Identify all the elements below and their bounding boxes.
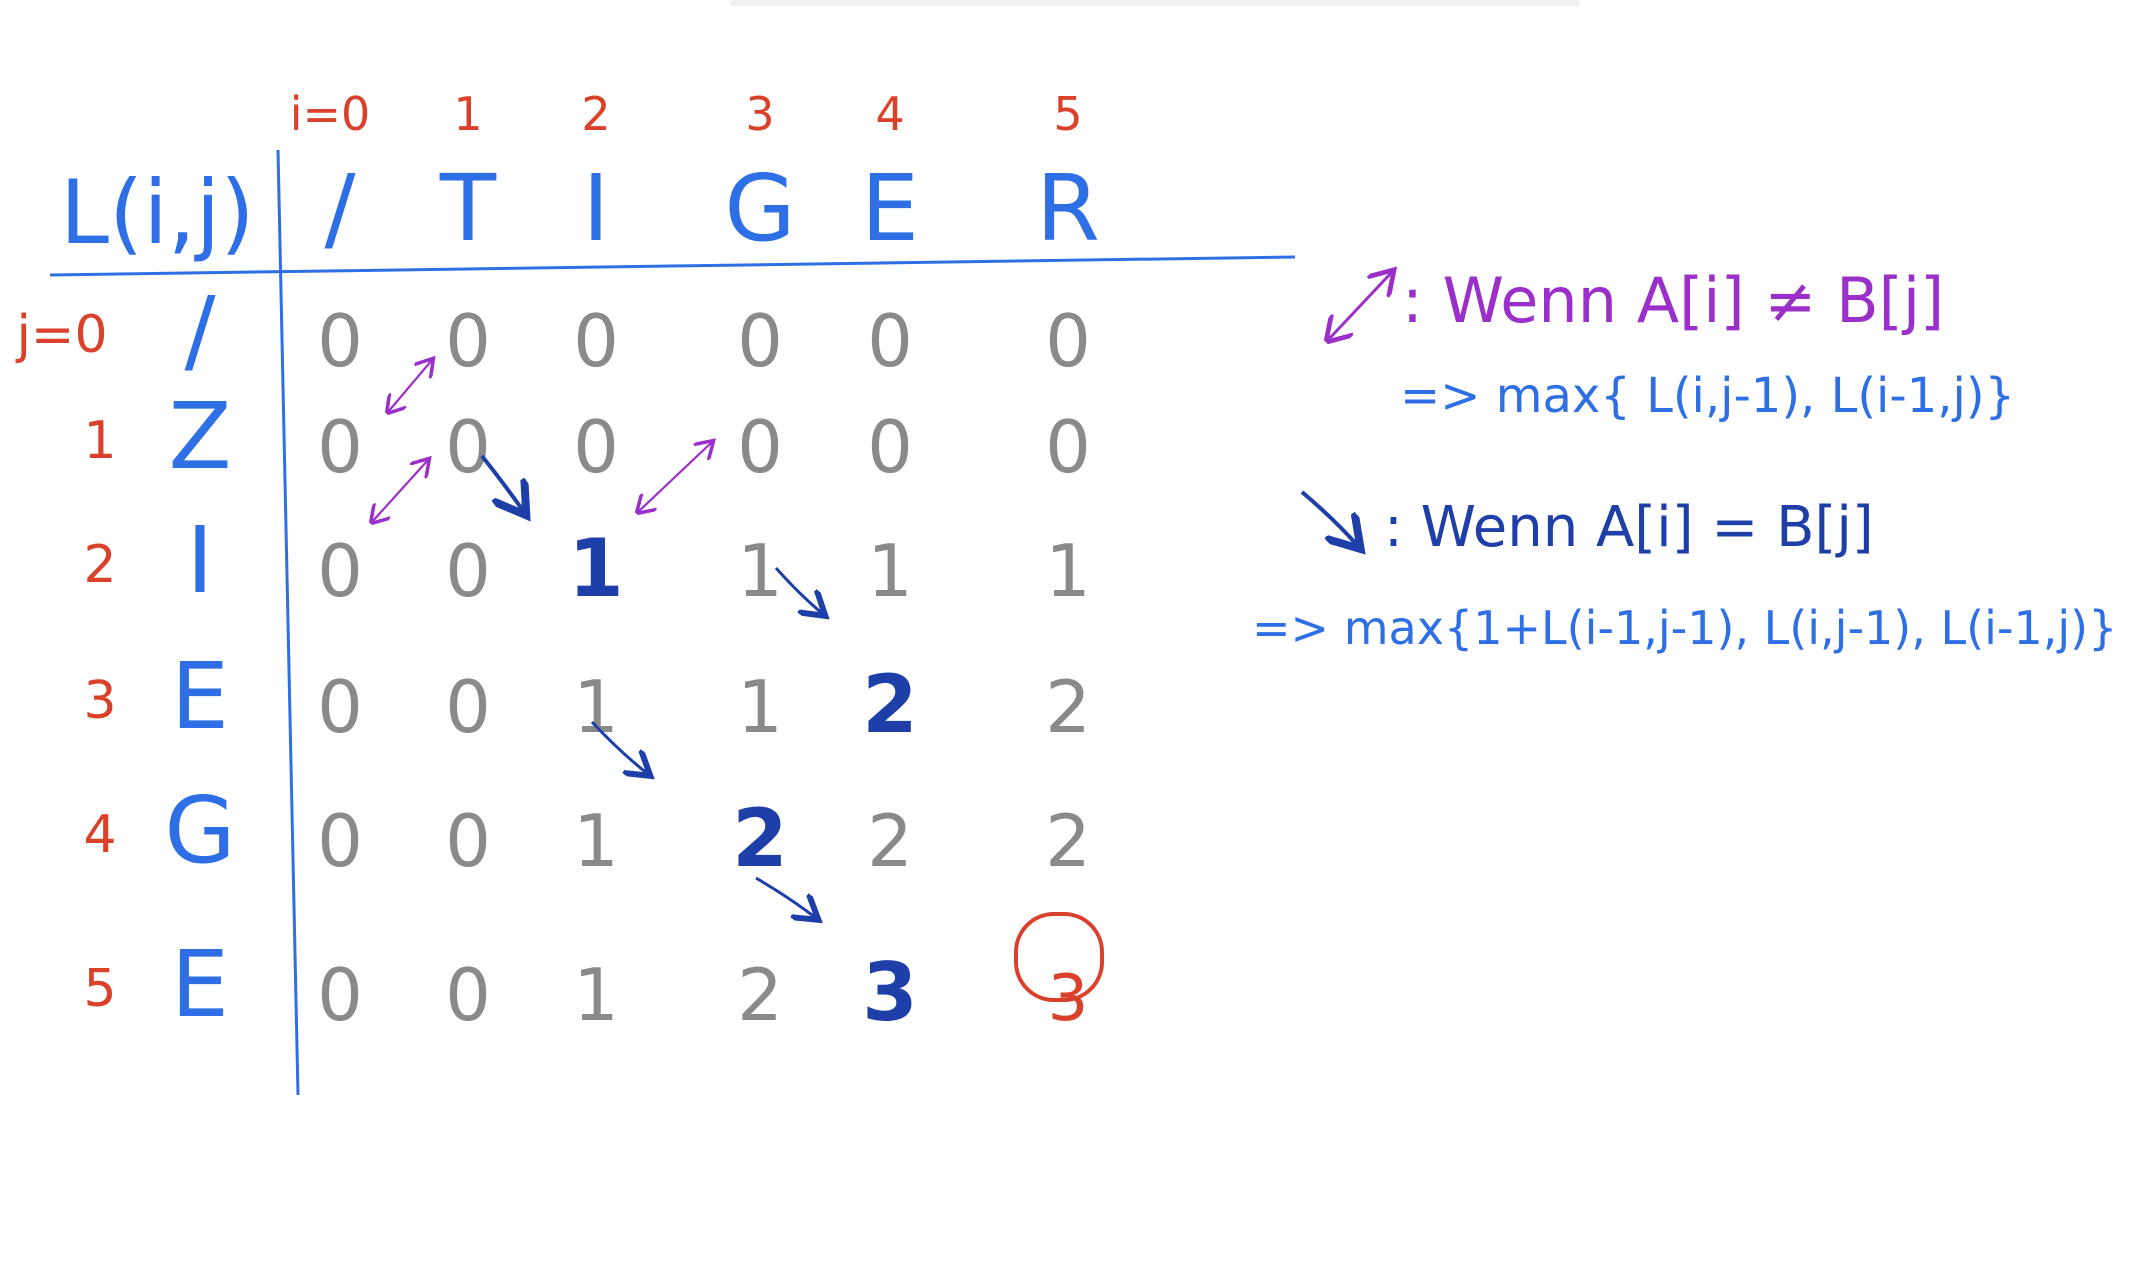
match-arrow	[774, 567, 823, 614]
mismatch-arrows	[372, 360, 712, 522]
table-cell: 2	[1045, 665, 1091, 749]
column-headers: i=0 1 2 3 4 5 / T I G E R	[290, 87, 1100, 262]
table-cell: 0	[317, 529, 363, 613]
table-cell: 0	[867, 299, 913, 383]
row-index-label: 3	[83, 671, 116, 731]
table-cell: 0	[445, 529, 491, 613]
legend-match-formula: => max{1+L(i-1,j-1), L(i,j-1), L(i-1,j)}	[1252, 601, 2117, 655]
row-headers: j=012345/ZIEGE	[15, 277, 235, 1038]
table-cell: 0	[445, 953, 491, 1037]
row-index-label: 2	[83, 535, 116, 595]
row-index-label: 5	[83, 959, 116, 1019]
table-cell: 0	[445, 405, 491, 489]
col-letter: G	[724, 155, 795, 262]
table-cell: 0	[573, 299, 619, 383]
table-cell: 0	[445, 665, 491, 749]
table-cell: 2	[862, 658, 918, 751]
row-letter: E	[171, 643, 229, 750]
mismatch-arrow	[372, 460, 428, 522]
col-index-label: i=0	[290, 87, 371, 141]
mismatch-arrow	[388, 360, 432, 412]
legend-match-arrow	[1300, 490, 1358, 546]
table-cell: 0	[1045, 299, 1091, 383]
table-cell: 1	[737, 665, 783, 749]
table-cell: 0	[317, 299, 363, 383]
table-cell: 0	[317, 405, 363, 489]
corner-label: L(i,j)	[60, 161, 255, 264]
table-cell: 2	[1045, 799, 1091, 883]
col-index-label: 1	[453, 87, 482, 141]
col-letter: I	[582, 155, 609, 262]
table-cell: 1	[573, 665, 619, 749]
row-index-label: j=0	[15, 305, 107, 365]
table-cell: 0	[573, 405, 619, 489]
row-letter: Z	[168, 383, 231, 490]
col-letter: T	[439, 155, 497, 262]
table-cell: 0	[867, 405, 913, 489]
table-cell: 0	[1045, 405, 1091, 489]
table-cell: 1	[867, 529, 913, 613]
legend-mismatch-arrow	[1328, 272, 1392, 340]
table-cell: 0	[317, 665, 363, 749]
vertical-divider-line	[276, 149, 300, 1096]
table-cell: 1	[568, 522, 624, 615]
table-cell: 2	[737, 953, 783, 1037]
table-cells: 0 0 0 0 0 00 0 0 0 0 00 0 1 1 1 10 0 1 1 2 20 0 1 2 2 20 0 1 2 3 3	[317, 299, 1091, 1039]
lcs-table-diagram: L(i,j) i=0 1 2 3 4 5/T I G E R j=012345/ZIEGE 000…	[15, 0, 2117, 1096]
table-cell: 3	[862, 946, 918, 1039]
col-index-label: 3	[745, 87, 774, 141]
legend-mismatch-text: : Wenn A[i] ≠ B[j]	[1402, 264, 1944, 337]
table-cell: 2	[867, 799, 913, 883]
table-cell: 0	[317, 953, 363, 1037]
row-letter: I	[186, 507, 213, 614]
table-cell: 0	[737, 299, 783, 383]
top-shadow	[730, 0, 1580, 6]
row-index-label: 1	[83, 411, 116, 471]
table-cell: 1	[573, 953, 619, 1037]
table-cell: 0	[445, 299, 491, 383]
legend: : Wenn A[i] ≠ B[j] => max{ L(i,j-1), L(i…	[1252, 264, 2117, 655]
table-cell: 0	[445, 799, 491, 883]
col-letter: E	[861, 155, 919, 262]
col-letter: R	[1036, 155, 1100, 262]
col-letter: /	[325, 155, 356, 262]
table-cell: 0	[737, 405, 783, 489]
table-cell: 1	[573, 799, 619, 883]
table-cell: 1	[1045, 529, 1091, 613]
row-letter: E	[171, 931, 229, 1038]
col-index-label: 2	[581, 87, 610, 141]
col-index-label: 4	[875, 87, 904, 141]
table-cell: 2	[732, 792, 788, 885]
row-letter: G	[164, 777, 235, 884]
table-cell: 0	[317, 799, 363, 883]
row-index-label: 4	[83, 805, 116, 865]
legend-match-text: : Wenn A[i] = B[j]	[1384, 495, 1874, 560]
legend-mismatch-formula: => max{ L(i,j-1), L(i-1,j)}	[1400, 368, 2015, 424]
row-letter: /	[185, 277, 216, 384]
mismatch-arrow	[638, 442, 712, 512]
col-index-label: 5	[1053, 87, 1082, 141]
table-cell: 1	[737, 529, 783, 613]
